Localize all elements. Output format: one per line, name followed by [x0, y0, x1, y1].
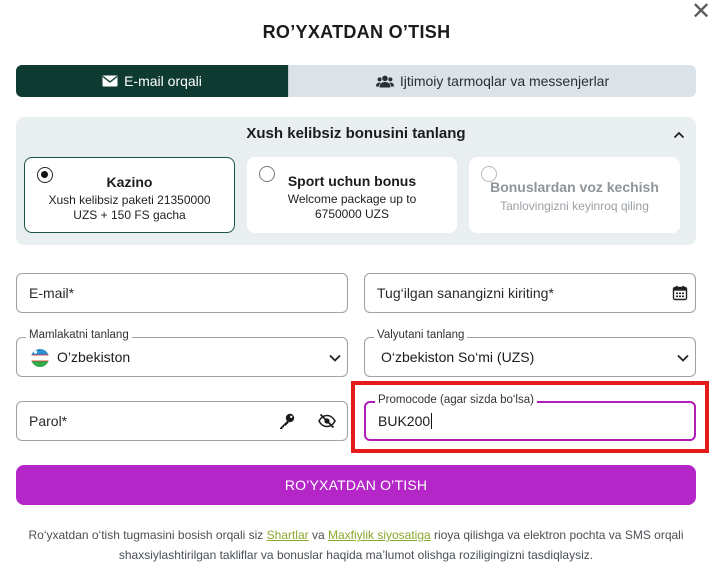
birthdate-field[interactable]: Tug‘ilgan sanangizni kiriting*: [364, 273, 696, 313]
currency-label: Valyutani tanlang: [374, 329, 468, 341]
terms-link[interactable]: Shartlar: [267, 528, 309, 542]
tab-email[interactable]: E-mail orqali: [16, 65, 288, 97]
country-value: O’zbekiston: [57, 349, 131, 365]
terms-footer: Ro‘yxatdan o‘tish tugmasini bosish orqal…: [28, 528, 684, 562]
registration-tabs: E-mail orqali Ijtimoiy tarmoqlar va mess…: [16, 65, 696, 97]
currency-select[interactable]: Valyutani tanlang O‘zbekiston So‘mi (UZS…: [364, 329, 696, 377]
bonus-option-desc: Tanlovingizni keyinroq qiling: [500, 199, 649, 213]
birthdate-placeholder: Tug‘ilgan sanangizni kiriting*: [377, 285, 554, 301]
bonus-option-decline[interactable]: Bonuslardan voz kechish Tanlovingizni ke…: [469, 157, 680, 233]
bonus-option-name: Bonuslardan voz kechish: [490, 179, 659, 195]
bonus-option-name: Kazino: [106, 174, 153, 190]
bonus-panel: Xush kelibsiz bonusini tanlang Kazino Xu…: [16, 117, 696, 245]
chevron-down-icon[interactable]: [327, 350, 343, 366]
envelope-icon: [102, 75, 118, 87]
email-field[interactable]: E-mail*: [16, 273, 348, 313]
bonus-title: Xush kelibsiz bonusini tanlang: [246, 125, 466, 142]
password-field[interactable]: Parol*: [16, 401, 348, 441]
bonus-option-desc: Xush kelibsiz paketi 21350000 UZS + 150 …: [48, 193, 211, 222]
tab-email-label: E-mail orqali: [124, 73, 202, 89]
highlight-annotation: [351, 381, 709, 453]
privacy-policy-link[interactable]: Maxfiylik siyosatiga: [328, 528, 431, 542]
currency-value: O‘zbekiston So‘mi (UZS): [381, 349, 535, 365]
country-select[interactable]: Mamlakatni tanlang O’zbekiston: [16, 329, 348, 377]
users-icon: [375, 75, 394, 88]
eye-slash-icon[interactable]: [318, 413, 336, 429]
chevron-down-icon[interactable]: [675, 350, 691, 366]
chevron-up-icon[interactable]: [672, 128, 686, 142]
bonus-option-sport[interactable]: Sport uchun bonus Welcome package up to …: [247, 157, 457, 233]
tab-social-label: Ijtimoiy tarmoqlar va messenjerlar: [399, 73, 610, 89]
bonus-option-casino[interactable]: Kazino Xush kelibsiz paketi 21350000 UZS…: [24, 157, 235, 233]
email-placeholder: E-mail*: [29, 285, 75, 301]
country-label: Mamlakatni tanlang: [26, 329, 132, 341]
password-placeholder: Parol*: [29, 413, 68, 429]
calendar-icon[interactable]: [672, 285, 688, 301]
register-button[interactable]: RO’YXATDAN O’TISH: [16, 465, 696, 505]
tab-social[interactable]: Ijtimoiy tarmoqlar va messenjerlar: [288, 65, 696, 97]
key-icon[interactable]: [278, 412, 296, 430]
bonus-option-name: Sport uchun bonus: [287, 173, 417, 189]
page-title: RO’YXATDAN O’TISH: [262, 22, 451, 42]
bonus-option-desc: Welcome package up to 6750000 UZS: [287, 192, 417, 221]
uzbekistan-flag-icon: [31, 349, 49, 367]
